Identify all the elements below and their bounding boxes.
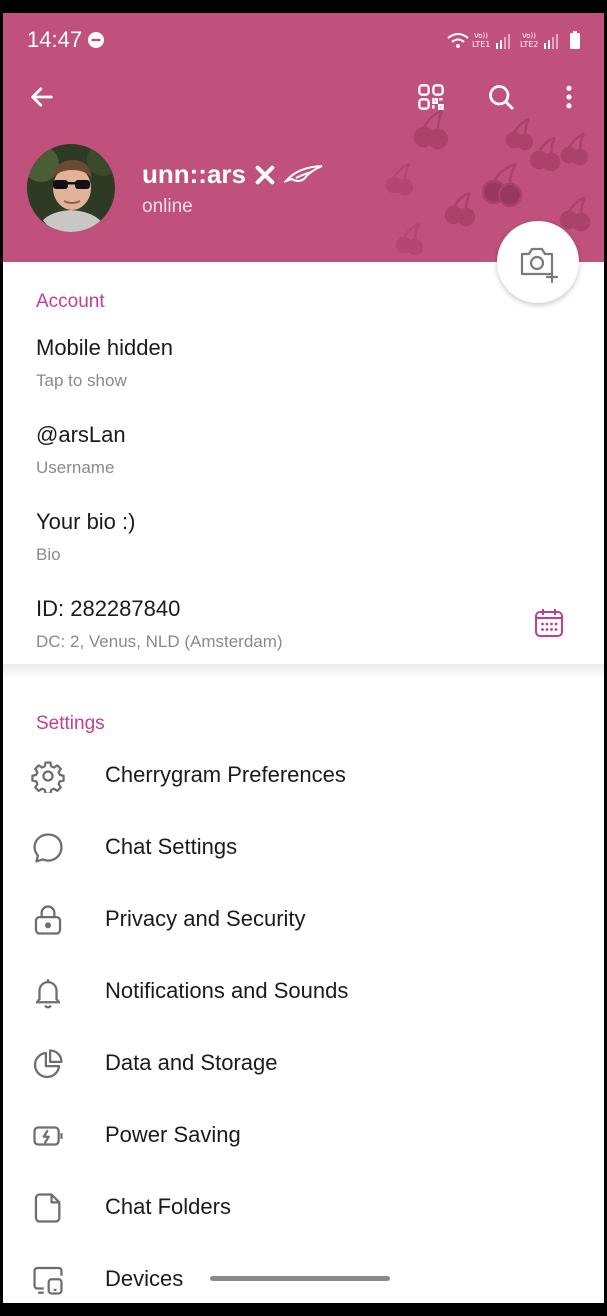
home-indicator[interactable] <box>210 1276 390 1281</box>
dc-label: DC: 2, Venus, NLD (Amsterdam) <box>36 632 283 651</box>
settings-item-label: Devices <box>105 1266 184 1291</box>
settings-item-label: Power Saving <box>105 1122 241 1147</box>
profile-name: unn::ars <box>142 159 246 189</box>
phone-label: Tap to show <box>36 371 127 390</box>
more-menu-button[interactable] <box>547 75 591 119</box>
settings-item-notifications-sounds[interactable]: Notifications and Sounds <box>3 959 604 1023</box>
devices-icon <box>33 1266 63 1295</box>
svg-text:Vo)): Vo)) <box>522 32 536 40</box>
phone-value: Mobile hidden <box>36 335 173 360</box>
settings-item-chat-settings[interactable]: Chat Settings <box>3 815 604 879</box>
settings-item-devices[interactable]: Devices <box>3 1247 604 1303</box>
qr-code-button[interactable] <box>409 75 453 119</box>
chat-bubble-icon <box>33 833 63 863</box>
account-section-title: Account <box>36 291 105 312</box>
username-value: @arsLan <box>36 422 126 447</box>
settings-item-label: Chat Folders <box>105 1194 231 1219</box>
settings-item-privacy-security[interactable]: Privacy and Security <box>3 887 604 951</box>
calendar-icon[interactable] <box>533 607 565 639</box>
battery-icon <box>33 1126 63 1146</box>
section-divider <box>3 664 604 678</box>
arrow-left-icon <box>31 87 53 107</box>
svg-text:LTE2: LTE2 <box>520 40 538 49</box>
status-time: 14:47 <box>27 27 83 52</box>
settings-item-label: Privacy and Security <box>105 906 306 931</box>
gear-icon <box>31 761 65 793</box>
settings-item-label: Cherrygram Preferences <box>105 762 346 787</box>
avatar[interactable] <box>27 144 115 232</box>
svg-text:LTE1: LTE1 <box>472 40 490 49</box>
x-badge-icon <box>255 165 275 184</box>
set-photo-button[interactable] <box>497 221 579 303</box>
camera-add-icon <box>520 247 559 284</box>
settings-item-cherrygram-preferences[interactable]: Cherrygram Preferences <box>3 743 604 807</box>
signal-battery-icons: Vo)) LTE1 Vo)) LTE2 <box>447 31 580 49</box>
svg-text:Vo)): Vo)) <box>474 32 488 40</box>
settings-screen: 14:47 Vo)) LTE1 Vo)) LTE2 unn::ars onlin… <box>3 13 604 1303</box>
profile-header: 14:47 Vo)) LTE1 Vo)) LTE2 unn::ars onlin… <box>3 13 604 262</box>
settings-item-label: Notifications and Sounds <box>105 978 349 1003</box>
search-button[interactable] <box>479 75 523 119</box>
bio-value: Your bio :) <box>36 509 136 534</box>
settings-item-label: Chat Settings <box>105 834 238 859</box>
search-icon <box>489 85 514 110</box>
qr-code-icon <box>418 84 444 110</box>
status-bar: 14:47 Vo)) LTE1 Vo)) LTE2 <box>3 13 604 69</box>
profile-photo <box>27 144 115 232</box>
back-button[interactable] <box>20 75 64 119</box>
rog-logo-icon <box>284 164 323 183</box>
settings-item-power-saving[interactable]: Power Saving <box>3 1103 604 1167</box>
id-value: ID: 282287840 <box>36 596 181 621</box>
settings-item-chat-folders[interactable]: Chat Folders <box>3 1175 604 1239</box>
lock-icon <box>34 905 62 935</box>
pie-chart-icon <box>33 1049 63 1079</box>
settings-section-title: Settings <box>36 713 105 734</box>
folder-icon <box>34 1193 61 1223</box>
bio-label: Bio <box>36 545 61 564</box>
username-label: Username <box>36 458 115 477</box>
do-not-disturb-icon <box>88 32 104 48</box>
profile-status: online <box>142 196 193 217</box>
settings-item-data-storage[interactable]: Data and Storage <box>3 1031 604 1095</box>
settings-item-label: Data and Storage <box>105 1050 278 1075</box>
more-vertical-icon <box>566 85 572 109</box>
profile-name-row: unn::ars <box>142 159 324 190</box>
bell-icon <box>35 979 61 1009</box>
